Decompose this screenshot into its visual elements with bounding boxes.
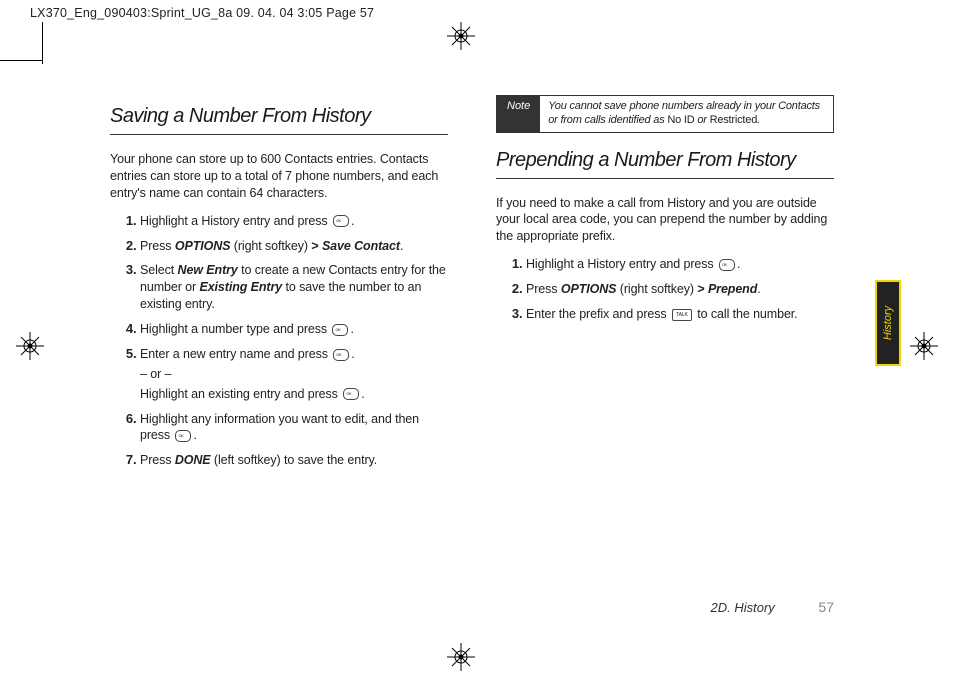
registration-mark-icon [447, 22, 475, 50]
registration-mark-icon [447, 643, 475, 671]
ok-key-icon [175, 430, 191, 442]
list-item: Highlight a History entry and press . [526, 255, 834, 273]
page-number: 57 [818, 599, 834, 615]
talk-key-icon: TALK [672, 309, 692, 321]
heading-saving: Saving a Number From History [110, 103, 448, 130]
registration-mark-icon [16, 332, 44, 360]
list-item: Enter a new entry name and press . – or … [140, 345, 448, 403]
heading-rule [496, 178, 834, 179]
list-item: Press OPTIONS (right softkey) > Save Con… [140, 237, 448, 255]
list-item: Select New Entry to create a new Contact… [140, 261, 448, 313]
section-name: 2D. History [711, 600, 775, 615]
note-label: Note [497, 96, 540, 132]
heading-prepending: Prepending a Number From History [496, 147, 834, 174]
list-item: Press OPTIONS (right softkey) > Prepend. [526, 280, 834, 298]
left-column: Saving a Number From History Your phone … [110, 95, 448, 476]
section-tab: History [875, 280, 901, 366]
crop-mark [0, 60, 42, 61]
heading-rule [110, 134, 448, 135]
intro-text: Your phone can store up to 600 Contacts … [110, 151, 448, 202]
ok-key-icon [333, 349, 349, 361]
ok-key-icon [343, 388, 359, 400]
registration-mark-icon [910, 332, 938, 360]
ok-key-icon [333, 215, 349, 227]
list-item: Highlight a History entry and press . [140, 212, 448, 230]
page-footer: 2D. History 57 [711, 599, 835, 615]
list-item: Highlight a number type and press . [140, 320, 448, 338]
crop-mark [42, 22, 43, 64]
section-tab-label: History [882, 306, 894, 340]
intro-text: If you need to make a call from History … [496, 195, 834, 246]
right-column: Note You cannot save phone numbers alrea… [496, 95, 834, 476]
note-text: You cannot save phone numbers already in… [540, 96, 833, 132]
list-item: Press DONE (left softkey) to save the en… [140, 451, 448, 469]
note-box: Note You cannot save phone numbers alrea… [496, 95, 834, 133]
list-item: Enter the prefix and press TALK to call … [526, 305, 834, 323]
list-item: Highlight any information you want to ed… [140, 410, 448, 445]
print-header: LX370_Eng_090403:Sprint_UG_8a 09. 04. 04… [30, 6, 374, 20]
ok-key-icon [719, 259, 735, 271]
ok-key-icon [332, 324, 348, 336]
